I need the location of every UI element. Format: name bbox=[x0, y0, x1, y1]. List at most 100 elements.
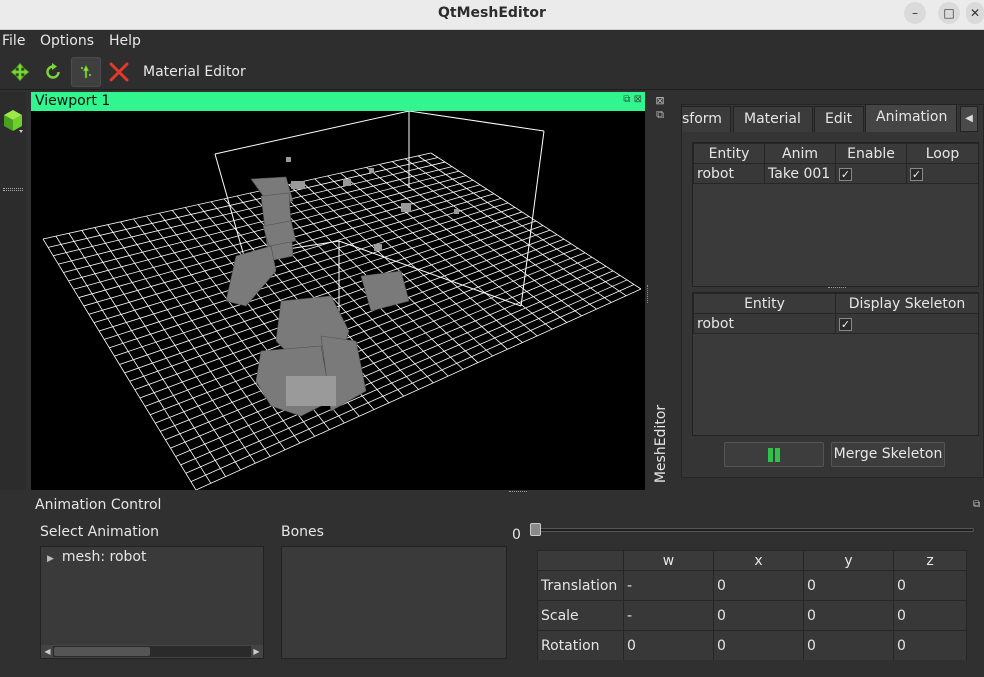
merge-skeleton-button[interactable]: Merge Skeleton bbox=[831, 442, 945, 467]
delete-button[interactable] bbox=[104, 57, 134, 87]
col-w[interactable]: w bbox=[623, 550, 714, 571]
cell-x[interactable]: 0 bbox=[713, 600, 804, 631]
scroll-left-arrow-icon[interactable]: ◀ bbox=[42, 646, 53, 657]
table-row[interactable]: Translation - 0 0 0 bbox=[537, 570, 967, 601]
cell-w[interactable]: - bbox=[623, 570, 714, 601]
cell-w[interactable]: - bbox=[623, 600, 714, 631]
cell-display[interactable]: ✓ bbox=[835, 313, 978, 334]
menu-help[interactable]: Help bbox=[109, 33, 141, 49]
dock-float-icon[interactable]: ⧉ bbox=[973, 499, 980, 510]
dock-float-icon[interactable]: ⧉ bbox=[653, 108, 667, 122]
animation-control-title: Animation Control bbox=[35, 497, 162, 513]
cell-x[interactable]: 0 bbox=[713, 570, 804, 601]
toolbar: Material Editor bbox=[0, 54, 984, 90]
col-loop[interactable]: Loop bbox=[906, 143, 978, 164]
col-entity[interactable]: Entity bbox=[693, 293, 836, 314]
cell-y[interactable]: 0 bbox=[803, 570, 894, 601]
col-x[interactable]: x bbox=[713, 550, 804, 571]
row-label: Translation bbox=[537, 570, 624, 601]
play-pause-button[interactable] bbox=[724, 442, 824, 467]
rotate-tool-button[interactable] bbox=[38, 57, 68, 87]
dock-close-icon[interactable]: ⊠ bbox=[653, 94, 667, 108]
tree-item-label: mesh: robot bbox=[61, 549, 147, 565]
table-row[interactable]: Rotation 0 0 0 0 bbox=[537, 630, 967, 660]
minimize-button[interactable]: – bbox=[904, 2, 926, 24]
col-entity[interactable]: Entity bbox=[693, 143, 765, 164]
float-icon[interactable]: ⧉ bbox=[623, 94, 630, 105]
move-arrows-icon bbox=[10, 62, 30, 82]
scrollbar-thumb[interactable] bbox=[54, 647, 150, 656]
expand-arrow-icon[interactable]: ▶ bbox=[47, 554, 54, 564]
col-z[interactable]: z bbox=[893, 550, 967, 571]
cell-y[interactable]: 0 bbox=[803, 630, 894, 660]
cell-z[interactable]: 0 bbox=[893, 630, 967, 660]
table-row[interactable]: Scale - 0 0 0 bbox=[537, 600, 967, 631]
tab-material[interactable]: Material bbox=[733, 106, 813, 132]
col-display-skeleton[interactable]: Display Skeleton bbox=[835, 293, 978, 314]
scroll-right-arrow-icon[interactable]: ▶ bbox=[251, 646, 262, 657]
cell-entity[interactable]: robot bbox=[693, 163, 765, 184]
title-bar: QtMeshEditor – □ ✕ bbox=[0, 0, 984, 30]
scene-render bbox=[42, 111, 642, 490]
loop-checkbox[interactable]: ✓ bbox=[910, 167, 923, 181]
col-empty bbox=[537, 550, 624, 571]
col-enable[interactable]: Enable bbox=[835, 143, 907, 164]
row-label: Scale bbox=[537, 600, 624, 631]
close-icon[interactable]: ⊠ bbox=[634, 94, 642, 105]
rotate-icon bbox=[46, 63, 60, 79]
translate-tool-button[interactable] bbox=[5, 57, 35, 87]
tab-transform[interactable]: sform bbox=[681, 106, 731, 132]
table-splitter[interactable] bbox=[828, 287, 846, 290]
col-anim[interactable]: Anim bbox=[764, 143, 836, 164]
3d-viewport[interactable] bbox=[31, 111, 645, 490]
window-title: QtMeshEditor bbox=[438, 5, 546, 21]
bottom-splitter[interactable] bbox=[509, 491, 527, 494]
mesheditor-dock-title: MeshEditor bbox=[650, 405, 672, 488]
splitter-handle[interactable] bbox=[647, 285, 653, 303]
tree-horizontal-scrollbar[interactable]: ◀ ▶ bbox=[41, 645, 263, 658]
time-slider-handle[interactable] bbox=[530, 523, 541, 536]
cell-entity[interactable]: robot bbox=[693, 313, 836, 334]
cell-anim[interactable]: Take 001 bbox=[764, 163, 836, 184]
table-row[interactable]: robot ✓ bbox=[693, 313, 978, 334]
tree-item[interactable]: ▶ mesh: robot bbox=[47, 549, 146, 565]
close-button[interactable]: ✕ bbox=[966, 2, 984, 24]
menu-options[interactable]: Options bbox=[40, 33, 94, 49]
left-tool-strip bbox=[0, 92, 26, 490]
maximize-button[interactable]: □ bbox=[938, 2, 960, 24]
pause-icon bbox=[768, 448, 780, 462]
cell-z[interactable]: 0 bbox=[893, 600, 967, 631]
table-row[interactable]: robot Take 001 ✓ ✓ bbox=[693, 163, 978, 184]
tab-edit[interactable]: Edit bbox=[814, 106, 864, 132]
bones-label: Bones bbox=[281, 524, 324, 540]
tab-animation[interactable]: Animation bbox=[865, 104, 957, 132]
slider-value: 0 bbox=[512, 527, 521, 543]
animation-tree[interactable]: ▶ mesh: robot bbox=[40, 546, 264, 659]
green-cube-icon bbox=[4, 110, 23, 133]
dock-grip[interactable] bbox=[3, 188, 23, 191]
tab-scroll-left-button[interactable]: ◀ bbox=[960, 106, 978, 132]
select-tool-button[interactable] bbox=[71, 57, 101, 87]
select-animation-label: Select Animation bbox=[40, 524, 160, 540]
viewport-header: Viewport 1 ⧉ ⊠ bbox=[31, 92, 645, 111]
bone-transform-table: w x y z Translation - 0 0 0 Scale - 0 0 … bbox=[537, 550, 967, 660]
cell-loop[interactable]: ✓ bbox=[906, 163, 978, 184]
cell-w[interactable]: 0 bbox=[623, 630, 714, 660]
bones-list[interactable] bbox=[281, 546, 507, 659]
enable-checkbox[interactable]: ✓ bbox=[839, 167, 852, 181]
display-skeleton-checkbox[interactable]: ✓ bbox=[839, 317, 852, 331]
select-cursor-icon bbox=[81, 64, 91, 79]
row-label: Rotation bbox=[537, 630, 624, 660]
cell-z[interactable]: 0 bbox=[893, 570, 967, 601]
time-slider-track[interactable] bbox=[536, 528, 974, 532]
menu-bar: File Options Help bbox=[0, 30, 984, 54]
add-mesh-button[interactable] bbox=[2, 108, 24, 138]
cell-y[interactable]: 0 bbox=[803, 600, 894, 631]
material-editor-label[interactable]: Material Editor bbox=[143, 64, 246, 80]
cell-x[interactable]: 0 bbox=[713, 630, 804, 660]
viewport-window-buttons[interactable]: ⧉ ⊠ bbox=[623, 94, 642, 105]
col-y[interactable]: y bbox=[803, 550, 894, 571]
menu-file[interactable]: File bbox=[2, 33, 25, 49]
viewport-title: Viewport 1 bbox=[35, 93, 111, 109]
cell-enable[interactable]: ✓ bbox=[835, 163, 907, 184]
